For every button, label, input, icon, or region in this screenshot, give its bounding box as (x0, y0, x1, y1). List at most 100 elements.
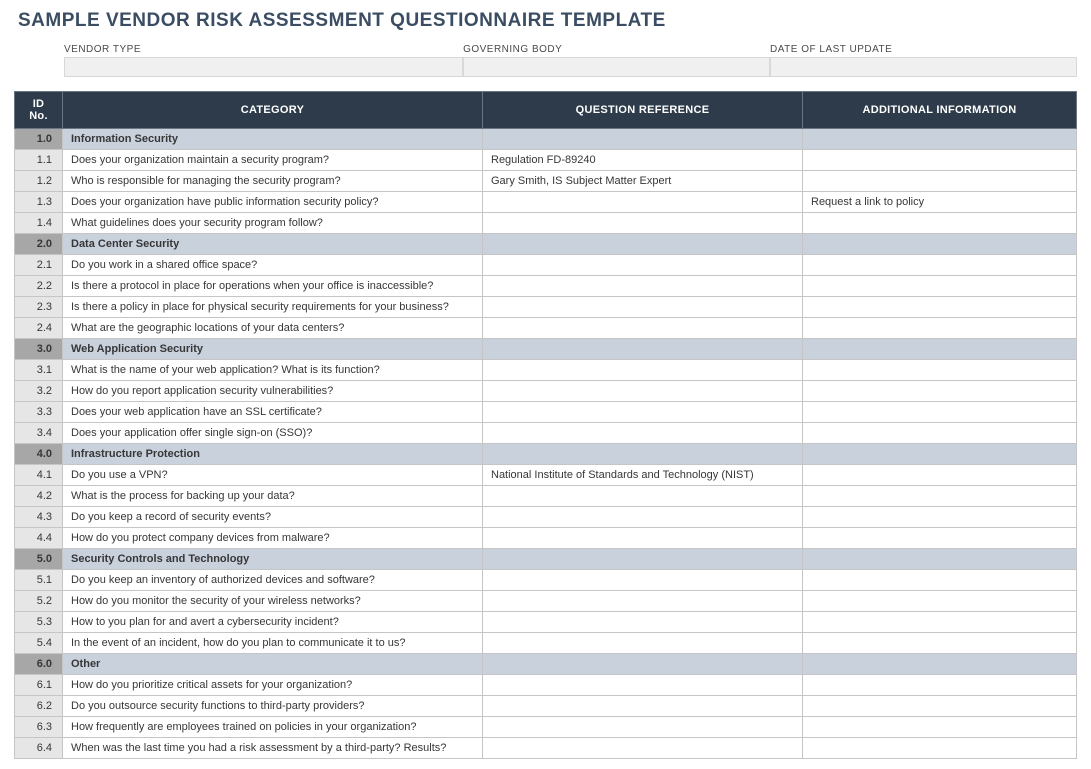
cell-category[interactable]: In the event of an incident, how do you … (63, 633, 483, 654)
cell-info[interactable] (803, 129, 1077, 150)
cell-info[interactable] (803, 549, 1077, 570)
cell-reference[interactable] (483, 255, 803, 276)
cell-reference[interactable] (483, 528, 803, 549)
cell-category[interactable]: Is there a protocol in place for operati… (63, 276, 483, 297)
cell-reference[interactable] (483, 381, 803, 402)
cell-info[interactable] (803, 339, 1077, 360)
cell-info[interactable] (803, 612, 1077, 633)
cell-reference[interactable] (483, 276, 803, 297)
cell-reference[interactable] (483, 570, 803, 591)
cell-reference[interactable] (483, 423, 803, 444)
cell-info[interactable] (803, 234, 1077, 255)
cell-info[interactable] (803, 507, 1077, 528)
cell-category[interactable]: How to you plan for and avert a cybersec… (63, 612, 483, 633)
header-row: ID No. CATEGORY QUESTION REFERENCE ADDIT… (15, 92, 1077, 129)
cell-info[interactable] (803, 402, 1077, 423)
cell-reference[interactable] (483, 633, 803, 654)
vendor-type-input[interactable] (64, 57, 463, 77)
cell-info[interactable] (803, 675, 1077, 696)
cell-category[interactable]: What are the geographic locations of you… (63, 318, 483, 339)
cell-reference[interactable] (483, 549, 803, 570)
cell-info[interactable] (803, 591, 1077, 612)
cell-reference[interactable] (483, 339, 803, 360)
cell-info[interactable] (803, 570, 1077, 591)
cell-reference[interactable] (483, 738, 803, 759)
cell-reference[interactable] (483, 213, 803, 234)
cell-category[interactable]: What is the process for backing up your … (63, 486, 483, 507)
cell-reference[interactable] (483, 654, 803, 675)
cell-category[interactable]: Is there a policy in place for physical … (63, 297, 483, 318)
cell-reference[interactable] (483, 234, 803, 255)
questionnaire-table: ID No. CATEGORY QUESTION REFERENCE ADDIT… (14, 91, 1077, 759)
cell-id: 3.2 (15, 381, 63, 402)
cell-category[interactable]: Does your organization have public infor… (63, 192, 483, 213)
cell-reference[interactable] (483, 129, 803, 150)
cell-info[interactable] (803, 444, 1077, 465)
cell-info[interactable] (803, 360, 1077, 381)
cell-info[interactable] (803, 717, 1077, 738)
cell-reference[interactable] (483, 717, 803, 738)
cell-category[interactable]: Does your web application have an SSL ce… (63, 402, 483, 423)
cell-category[interactable]: Does your organization maintain a securi… (63, 150, 483, 171)
cell-category[interactable]: How do you report application security v… (63, 381, 483, 402)
cell-info[interactable] (803, 738, 1077, 759)
governing-body-input[interactable] (463, 57, 770, 77)
cell-info[interactable] (803, 423, 1077, 444)
cell-info[interactable] (803, 255, 1077, 276)
cell-category[interactable]: What is the name of your web application… (63, 360, 483, 381)
cell-category[interactable]: Other (63, 654, 483, 675)
cell-category[interactable]: Do you outsource security functions to t… (63, 696, 483, 717)
cell-reference[interactable] (483, 192, 803, 213)
cell-id: 3.4 (15, 423, 63, 444)
cell-info[interactable] (803, 318, 1077, 339)
cell-reference[interactable]: Gary Smith, IS Subject Matter Expert (483, 171, 803, 192)
cell-id: 4.1 (15, 465, 63, 486)
cell-reference[interactable] (483, 444, 803, 465)
cell-category[interactable]: How frequently are employees trained on … (63, 717, 483, 738)
cell-info[interactable] (803, 276, 1077, 297)
cell-category[interactable]: Do you use a VPN? (63, 465, 483, 486)
cell-info[interactable] (803, 528, 1077, 549)
cell-info[interactable] (803, 465, 1077, 486)
cell-category[interactable]: Infrastructure Protection (63, 444, 483, 465)
cell-info[interactable] (803, 297, 1077, 318)
cell-info[interactable] (803, 171, 1077, 192)
cell-reference[interactable] (483, 507, 803, 528)
date-input[interactable] (770, 57, 1077, 77)
cell-info[interactable] (803, 654, 1077, 675)
cell-info[interactable] (803, 150, 1077, 171)
cell-info[interactable] (803, 696, 1077, 717)
section-row: 5.0Security Controls and Technology (15, 549, 1077, 570)
cell-category[interactable]: Who is responsible for managing the secu… (63, 171, 483, 192)
cell-category[interactable]: Do you work in a shared office space? (63, 255, 483, 276)
cell-category[interactable]: Web Application Security (63, 339, 483, 360)
cell-reference[interactable] (483, 591, 803, 612)
cell-reference[interactable] (483, 402, 803, 423)
cell-category[interactable]: Do you keep an inventory of authorized d… (63, 570, 483, 591)
cell-reference[interactable] (483, 612, 803, 633)
cell-category[interactable]: Do you keep a record of security events? (63, 507, 483, 528)
cell-reference[interactable] (483, 360, 803, 381)
cell-info[interactable] (803, 633, 1077, 654)
cell-category[interactable]: Does your application offer single sign-… (63, 423, 483, 444)
cell-category[interactable]: Information Security (63, 129, 483, 150)
cell-info[interactable]: Request a link to policy (803, 192, 1077, 213)
cell-category[interactable]: When was the last time you had a risk as… (63, 738, 483, 759)
cell-reference[interactable] (483, 486, 803, 507)
cell-category[interactable]: How do you prioritize critical assets fo… (63, 675, 483, 696)
cell-reference[interactable] (483, 675, 803, 696)
cell-category[interactable]: Data Center Security (63, 234, 483, 255)
question-row: 5.4In the event of an incident, how do y… (15, 633, 1077, 654)
cell-reference[interactable]: Regulation FD-89240 (483, 150, 803, 171)
cell-info[interactable] (803, 213, 1077, 234)
cell-reference[interactable] (483, 318, 803, 339)
cell-category[interactable]: How do you protect company devices from … (63, 528, 483, 549)
cell-info[interactable] (803, 486, 1077, 507)
cell-reference[interactable] (483, 696, 803, 717)
cell-category[interactable]: What guidelines does your security progr… (63, 213, 483, 234)
cell-reference[interactable]: National Institute of Standards and Tech… (483, 465, 803, 486)
cell-reference[interactable] (483, 297, 803, 318)
cell-category[interactable]: Security Controls and Technology (63, 549, 483, 570)
cell-info[interactable] (803, 381, 1077, 402)
cell-category[interactable]: How do you monitor the security of your … (63, 591, 483, 612)
